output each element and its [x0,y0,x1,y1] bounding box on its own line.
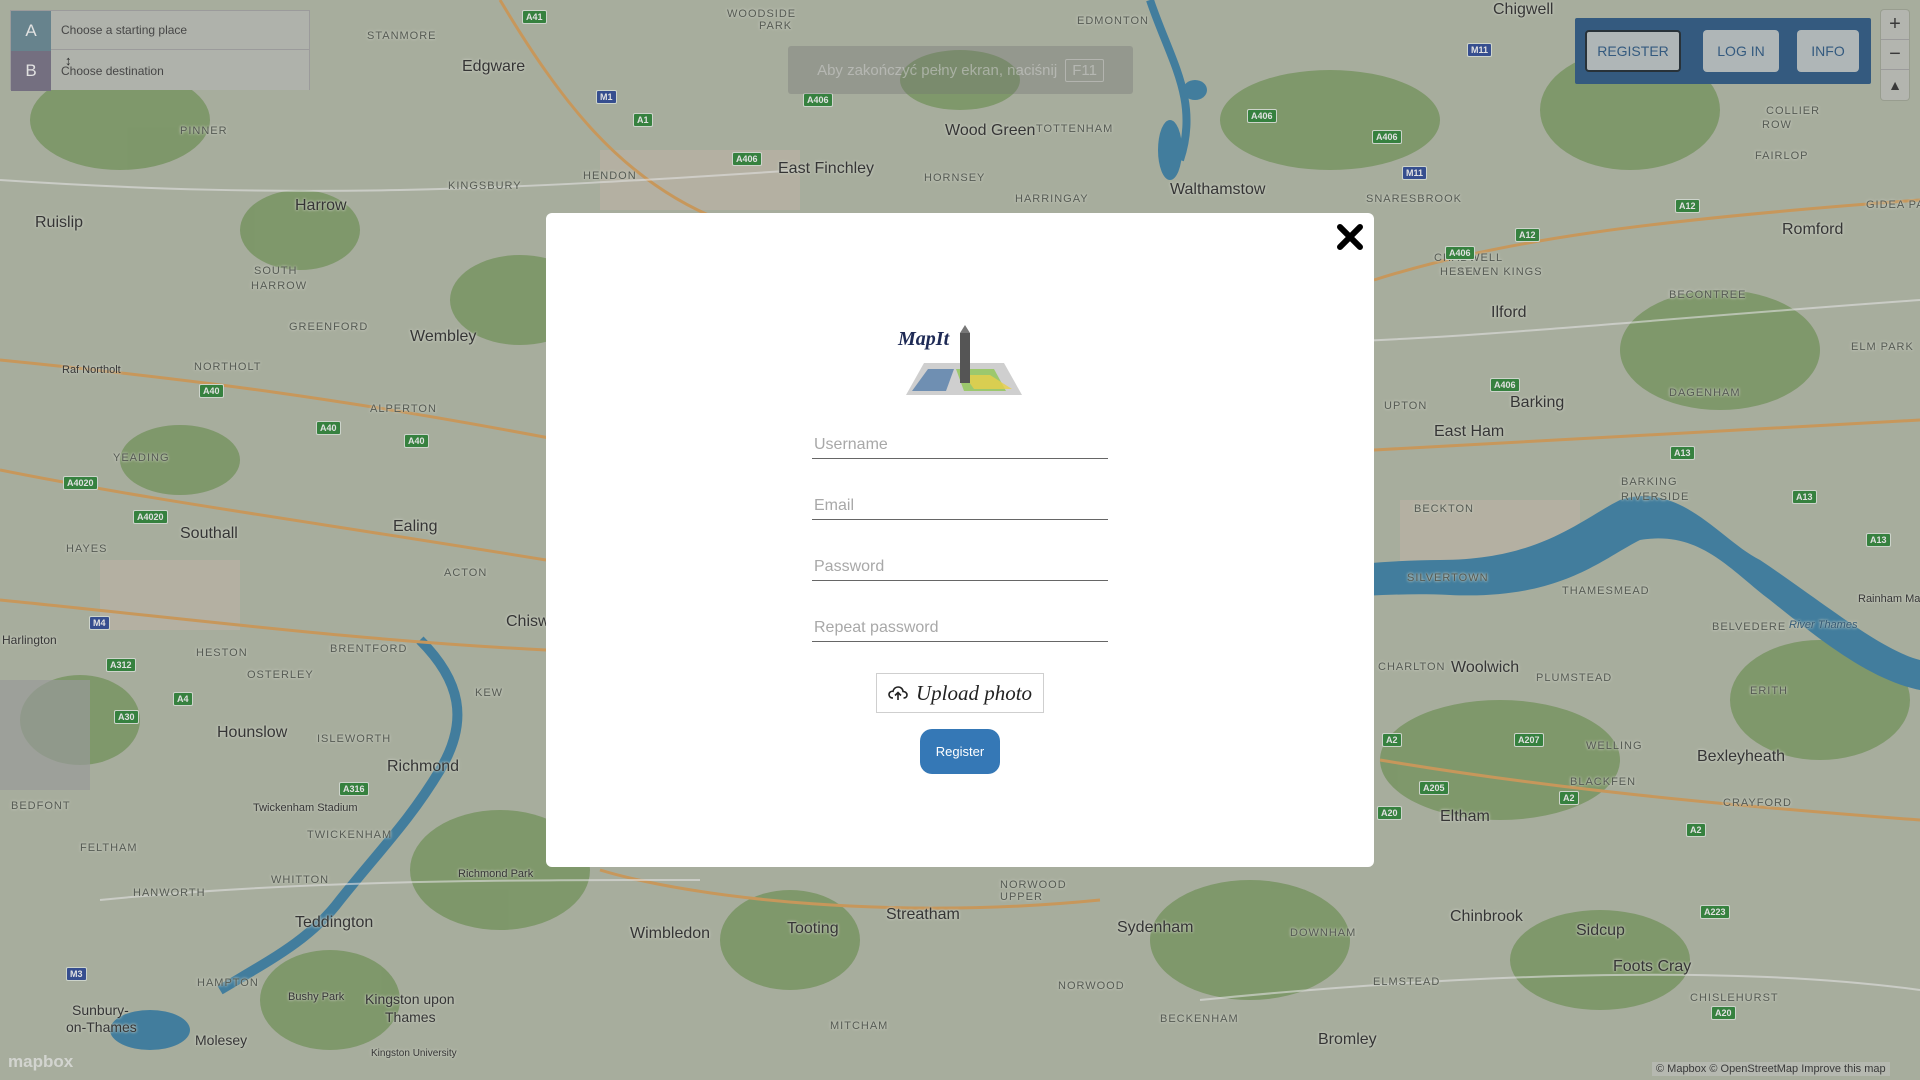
close-icon[interactable] [1330,217,1370,257]
password-field[interactable]: Password [812,555,1108,581]
logo-text: MapIt [897,328,951,350]
register-submit-button[interactable]: Register [920,729,1000,774]
username-field[interactable]: Username [812,433,1108,459]
upload-photo-label: Upload photo [915,680,1033,705]
upload-photo-button[interactable]: Upload photo [876,673,1044,713]
app-logo: MapIt [897,325,1022,395]
cloud-upload-icon [888,686,908,700]
repeat-password-field[interactable]: Repeat password [812,616,1108,642]
register-modal: MapIt Username Email Password Repeat pas… [546,213,1374,867]
email-field[interactable]: Email [812,494,1108,520]
